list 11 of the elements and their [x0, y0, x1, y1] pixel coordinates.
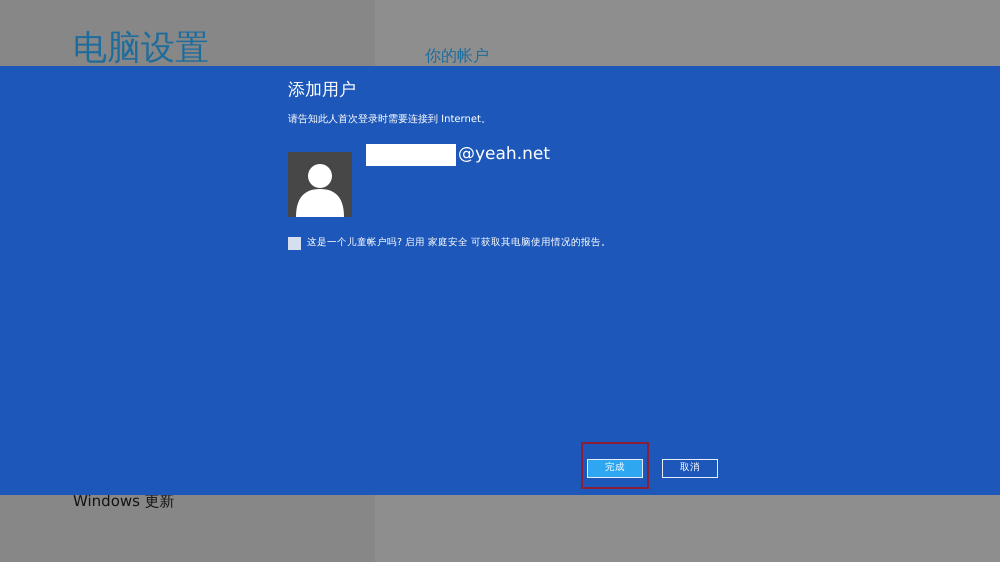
user-avatar-icon: [288, 152, 352, 217]
checkbox[interactable]: [288, 236, 301, 250]
section-title: 你的帐户: [425, 45, 489, 67]
checkbox-label: 这是一个儿童帐户吗? 启用 家庭安全 可获取其电脑使用情况的报告。: [307, 236, 612, 250]
page-title: 电脑设置: [73, 28, 210, 68]
done-button[interactable]: 完成: [587, 459, 643, 478]
email-input[interactable]: [366, 144, 456, 166]
dialog-title: 添加用户: [288, 79, 356, 102]
dialog-subtitle: 请告知此人首次登录时需要连接到 Internet。: [288, 112, 491, 127]
cancel-button[interactable]: 取消: [662, 459, 718, 478]
email-domain: @yeah.net: [458, 143, 550, 166]
